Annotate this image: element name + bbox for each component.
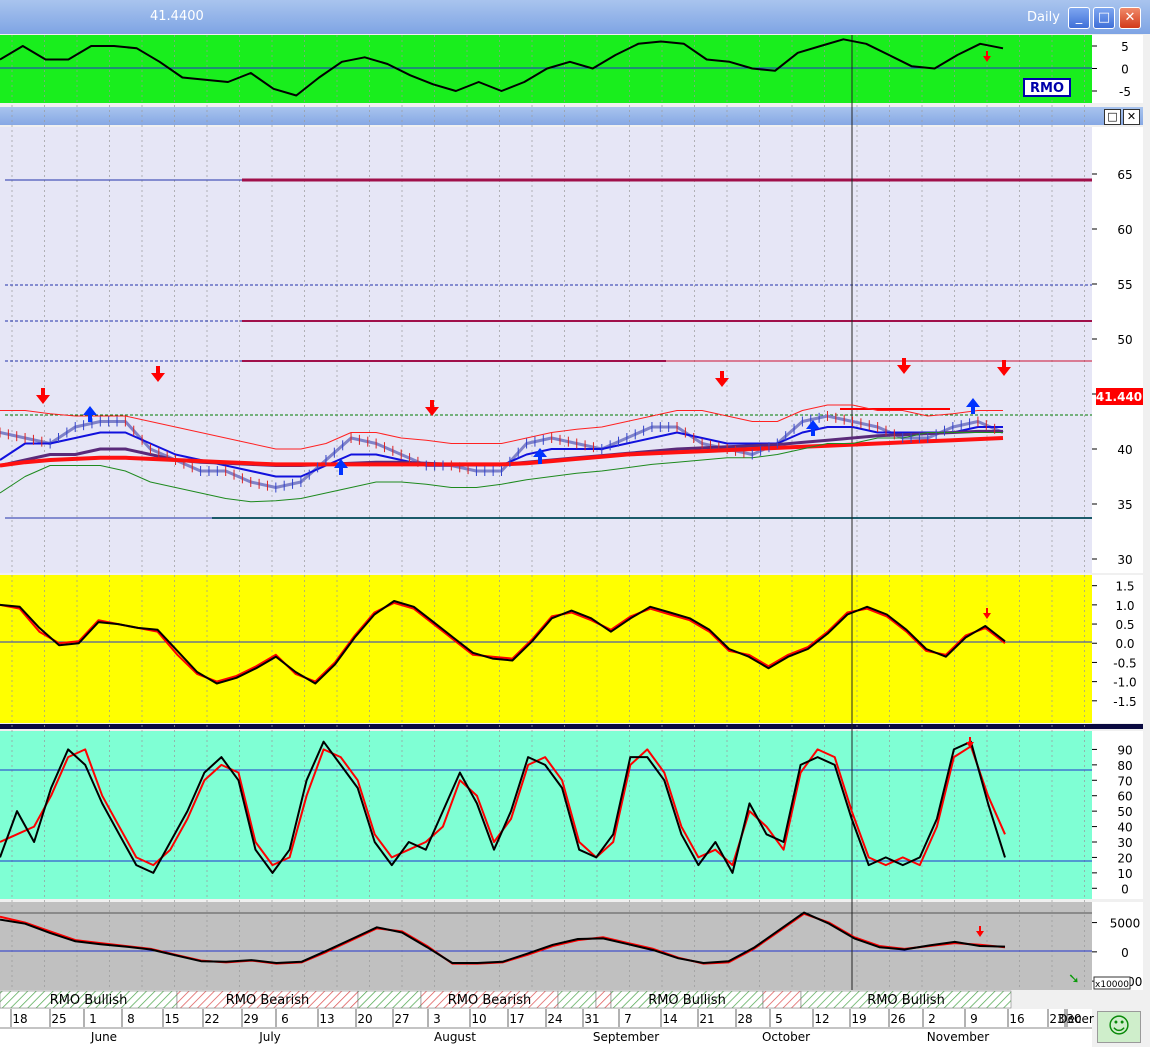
y-tick-label: 60 (1117, 223, 1132, 237)
smiley-icon[interactable]: ☺ (1097, 1011, 1141, 1043)
date-day-label: 24 (547, 1012, 562, 1026)
y-tick-label: -1.5 (1113, 695, 1136, 709)
status-band-layer: RMO Bullish RMO Bearish RMO Bearish RMO Bul… (0, 990, 1012, 1009)
date-day-label: 18 (12, 1012, 27, 1026)
date-day-label: 25 (51, 1012, 66, 1026)
rmo-axis-bg (1092, 35, 1143, 103)
y-tick-label: -5 (1119, 85, 1131, 99)
date-day-label: 22 (204, 1012, 219, 1026)
status-band-label: RMO Bullish (50, 993, 128, 1008)
date-day-label: 27 (394, 1012, 409, 1026)
date-month-label: July (258, 1030, 281, 1044)
date-day-label: 16 (1009, 1012, 1024, 1026)
y-tick-label: 10 (1117, 867, 1132, 881)
date-day-label: 8 (127, 1012, 135, 1026)
date-day-label: 17 (509, 1012, 524, 1026)
date-month-label: June (90, 1030, 117, 1044)
date-day-label: 12 (814, 1012, 829, 1026)
date-day-label: 26 (890, 1012, 905, 1026)
date-day-label: 13 (319, 1012, 334, 1026)
y-tick-label: 0 (1121, 946, 1129, 960)
y-tick-label: 55 (1117, 278, 1132, 292)
y-tick-label: 35 (1117, 498, 1132, 512)
date-day-label: 21 (699, 1012, 714, 1026)
y-tick-label: 0.0 (1115, 637, 1134, 651)
date-day-label: 1 (89, 1012, 97, 1026)
date-day-label: 3 (433, 1012, 441, 1026)
date-day-label: 20 (357, 1012, 372, 1026)
date-month-label: August (434, 1030, 476, 1044)
y-tick-label: 40 (1117, 821, 1132, 835)
y-tick-label: 90 (1117, 743, 1132, 757)
date-day-label: 6 (281, 1012, 289, 1026)
rmo-legend-label: RMO (1030, 81, 1064, 96)
status-band (557, 990, 597, 1009)
y-tick-label: -0.5 (1113, 656, 1136, 670)
date-day-label: 15 (164, 1012, 179, 1026)
status-band-label: RMO Bullish (867, 993, 945, 1008)
chart-canvas[interactable]: 50-565605550454035301.51.00.50.0-0.5-1.0… (0, 0, 1150, 1047)
y-tick-label: 0 (1121, 882, 1129, 896)
status-band-label: RMO Bullish (648, 993, 726, 1008)
y-tick-label: 20 (1117, 851, 1132, 865)
panel-divider (0, 724, 1143, 729)
y-tick-label: 40 (1117, 443, 1132, 457)
date-day-label: 14 (662, 1012, 677, 1026)
y-tick-label: 5 (1121, 40, 1129, 54)
y-tick-label: -1.0 (1113, 676, 1136, 690)
date-day-label: 28 (737, 1012, 752, 1026)
date-day-label: 29 (243, 1012, 258, 1026)
date-day-label: 19 (851, 1012, 866, 1026)
green-arrow-icon[interactable]: ➘ (1068, 971, 1080, 987)
date-day-label: Decer (1058, 1012, 1094, 1026)
date-month-label: October (762, 1030, 810, 1044)
y-tick-label: 80 (1117, 759, 1132, 773)
y-tick-label: 0.5 (1115, 618, 1134, 632)
date-day-label: 2 (928, 1012, 936, 1026)
status-band (595, 990, 612, 1009)
date-day-label: 7 (624, 1012, 632, 1026)
y-tick-label: 60 (1117, 790, 1132, 804)
status-band (762, 990, 802, 1009)
status-band-label: RMO Bearish (226, 993, 309, 1008)
y-tick-label: 50 (1117, 333, 1132, 347)
y-tick-label: 50 (1117, 805, 1132, 819)
date-month-label: November (927, 1030, 989, 1044)
y-tick-label: 1.5 (1115, 580, 1134, 594)
price-panel-bg (0, 127, 1092, 573)
status-band (357, 990, 422, 1009)
date-day-label: 9 (970, 1012, 978, 1026)
date-day-label: 10 (471, 1012, 486, 1026)
date-day-label: 5 (775, 1012, 783, 1026)
y-tick-label: 30 (1117, 553, 1132, 567)
y-tick-label: 5000 (1110, 917, 1141, 931)
y-tick-label: 1.0 (1115, 599, 1134, 613)
date-month-label: September (593, 1030, 659, 1044)
vol-multiplier: x10000 (1095, 980, 1129, 990)
date-day-label: 31 (584, 1012, 599, 1026)
last-price-tag: 41.440 (1096, 390, 1142, 404)
y-tick-label: 70 (1117, 774, 1132, 788)
y-tick-label: 65 (1117, 168, 1132, 182)
y-tick-label: 30 (1117, 836, 1132, 850)
stoch-panel-bg (0, 731, 1092, 899)
y-tick-label: 0 (1121, 63, 1129, 77)
status-band-label: RMO Bearish (448, 993, 531, 1008)
